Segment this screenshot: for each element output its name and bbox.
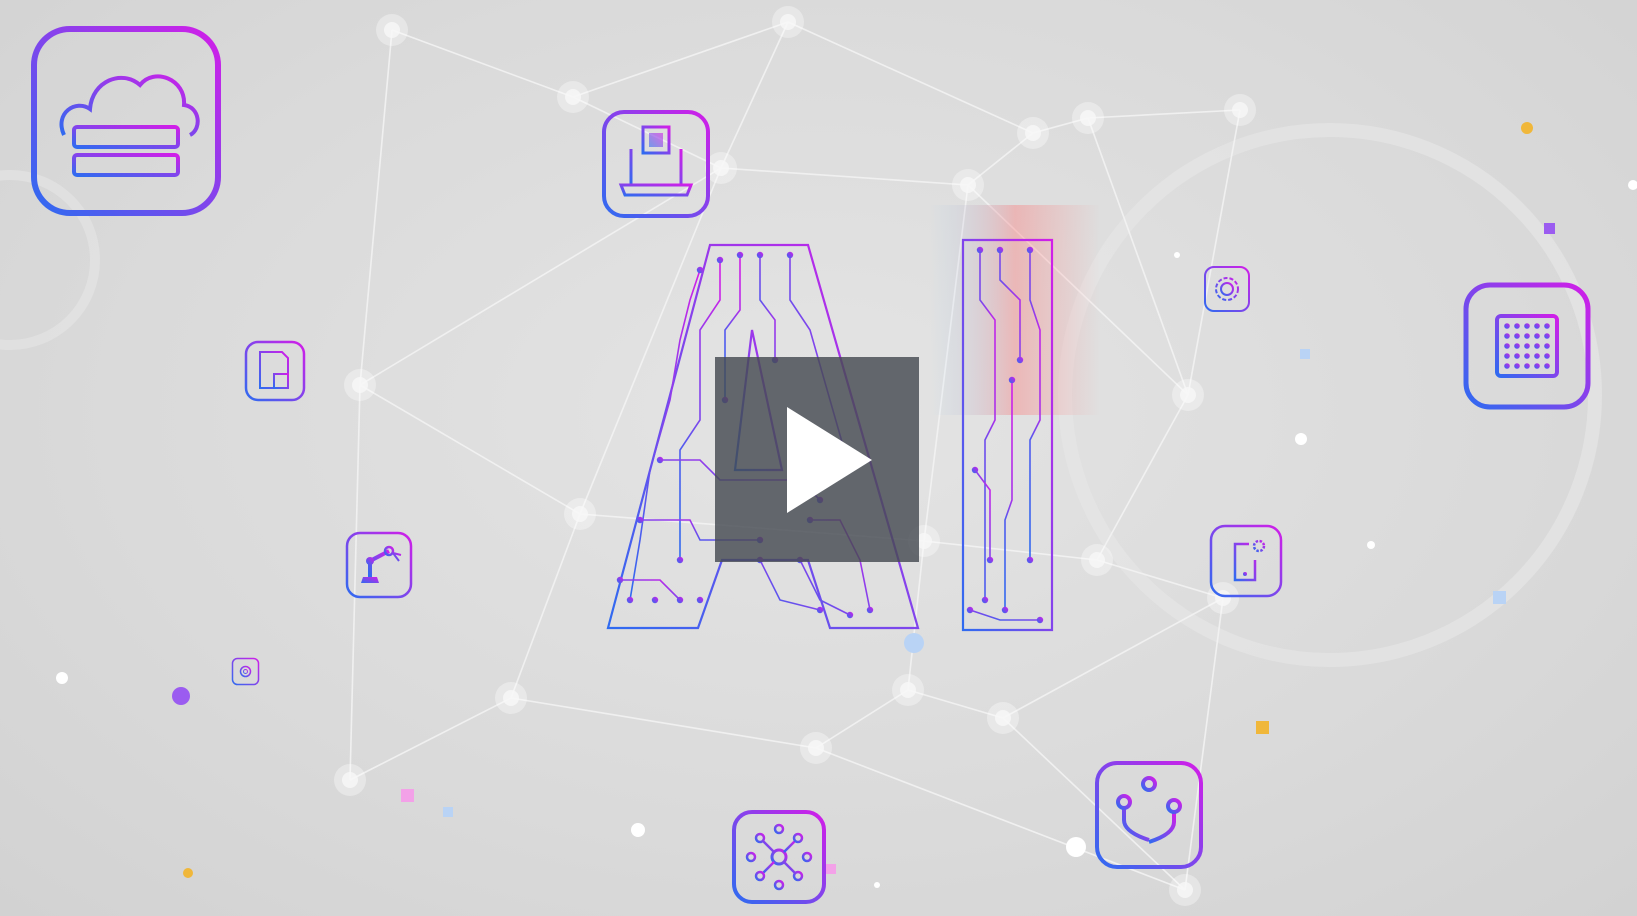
- document-chip-icon: [244, 340, 306, 402]
- gear-icon: [1203, 265, 1251, 313]
- small-gear-icon: [231, 657, 260, 686]
- cloud-server-icon: [30, 25, 222, 217]
- laptop-chip-icon: [601, 109, 711, 219]
- processor-chip-icon: [1463, 282, 1591, 410]
- play-icon: [787, 407, 872, 513]
- robot-arm-icon: [345, 531, 413, 599]
- mobile-gear-icon: [1209, 524, 1283, 598]
- play-button[interactable]: [715, 357, 919, 562]
- video-player[interactable]: AI: [0, 0, 1637, 916]
- network-hub-icon: [731, 809, 827, 905]
- usb-icon: [1094, 760, 1204, 870]
